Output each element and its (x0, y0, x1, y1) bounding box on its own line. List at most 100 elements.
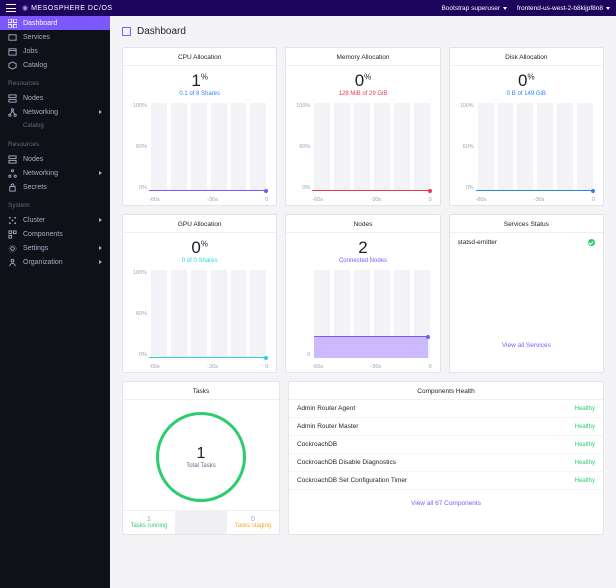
sidebar-item-label: Catalog (23, 62, 47, 69)
sidebar-item-secrets[interactable]: Secrets (0, 180, 110, 194)
gear-icon (8, 244, 17, 253)
card-tasks: Tasks 1 Total Tasks 1 Tasks running 0 Ta… (122, 381, 280, 535)
logo: ◉ MESOSPHERE DC/OS (22, 4, 113, 12)
cpu-subtitle: 0.1 of 8 Shares (123, 91, 276, 97)
disk-chart: 100%60%0% -60s-30s0 (456, 103, 597, 203)
card-cpu: CPU Allocation 1% 0.1 of 8 Shares 100%60… (122, 47, 277, 206)
sidebar-item-label: Dashboard (23, 20, 57, 27)
sidebar-item-catalog-dup[interactable]: Catalog (0, 119, 110, 133)
gpu-subtitle: 0 of 0 Shares (123, 258, 276, 264)
sidebar: Dashboard Services Jobs Catalog Resource… (0, 16, 110, 588)
cluster-icon (8, 216, 17, 225)
sidebar-item-label: Secrets (23, 184, 47, 191)
sidebar-item-nodes[interactable]: Nodes (0, 91, 110, 105)
topbar: ◉ MESOSPHERE DC/OS Bootstrap superuser f… (0, 0, 616, 16)
lock-icon (8, 183, 17, 192)
health-badge: Healthy (575, 478, 595, 484)
component-row[interactable]: Admin Router AgentHealthy (289, 400, 603, 418)
disk-subtitle: 0 B of 149 GiB (450, 91, 603, 97)
page-header: Dashboard (122, 26, 604, 37)
sidebar-item-label: Networking (23, 109, 58, 116)
view-all-services-link[interactable]: View all Services (450, 332, 603, 359)
sidebar-item-settings[interactable]: Settings (0, 241, 110, 255)
network-icon (8, 108, 17, 117)
card-services: Services Status statsd-emitter View all … (449, 214, 604, 373)
card-title: Disk Allocation (450, 48, 603, 66)
card-memory: Memory Allocation 0% 128 MiB of 29 GiB 1… (285, 47, 440, 206)
sidebar-item-catalog[interactable]: Catalog (0, 58, 110, 72)
user-menu[interactable]: Bootstrap superuser (441, 5, 507, 12)
sidebar-item-label: Networking (23, 170, 58, 177)
component-row[interactable]: CockroachDB Set Configuration TimerHealt… (289, 472, 603, 490)
servers-icon (8, 94, 17, 103)
servers-icon (8, 155, 17, 164)
status-healthy-icon (588, 239, 595, 246)
sidebar-item-label: Settings (23, 245, 48, 252)
card-disk: Disk Allocation 0% 0 B of 149 GiB 100%60… (449, 47, 604, 206)
tasks-total-label: Total Tasks (186, 463, 216, 469)
component-row[interactable]: CockroachDB Disable DiagnosticsHealthy (289, 454, 603, 472)
mem-chart: 100%60%0% -60s-30s0 (292, 103, 433, 203)
chevron-right-icon (99, 218, 102, 222)
chevron-right-icon (99, 110, 102, 114)
sidebar-item-label: Jobs (23, 48, 38, 55)
view-all-components-link[interactable]: View all 67 Components (289, 490, 603, 517)
network-icon (8, 169, 17, 178)
menu-icon[interactable] (6, 4, 16, 12)
gpu-chart: 100%60%0% -60s-30s0 (129, 270, 270, 370)
card-components: Components Health Admin Router AgentHeal… (288, 381, 604, 535)
sidebar-item-label: Services (23, 34, 50, 41)
page-title: Dashboard (137, 26, 186, 37)
sidebar-item-dashboard[interactable]: Dashboard (0, 16, 110, 30)
sidebar-item-cluster[interactable]: Cluster (0, 213, 110, 227)
sidebar-item-label: Cluster (23, 217, 45, 224)
card-title: Tasks (123, 382, 279, 400)
card-title: GPU Allocation (123, 215, 276, 233)
sidebar-item-jobs[interactable]: Jobs (0, 44, 110, 58)
sidebar-item-nodes2[interactable]: Nodes (0, 152, 110, 166)
mem-value: 0% (286, 72, 439, 89)
sidebar-section-system: System (0, 194, 110, 213)
component-row[interactable]: CockroachDBHealthy (289, 436, 603, 454)
chevron-right-icon (99, 171, 102, 175)
calendar-icon (8, 47, 17, 56)
sidebar-item-organization[interactable]: Organization (0, 255, 110, 269)
mem-subtitle: 128 MiB of 29 GiB (286, 91, 439, 97)
health-badge: Healthy (575, 424, 595, 430)
card-title: Memory Allocation (286, 48, 439, 66)
card-title: CPU Allocation (123, 48, 276, 66)
sidebar-item-services[interactable]: Services (0, 30, 110, 44)
service-row[interactable]: statsd-emitter (450, 233, 603, 252)
chevron-right-icon (99, 246, 102, 250)
caret-down-icon (606, 7, 610, 10)
tasks-running: 1 Tasks running (123, 511, 175, 534)
cpu-chart: 100%60%0% -60s-30s0 (129, 103, 270, 203)
card-nodes: Nodes 2 Connected Nodes 0 -60s-30s0 (285, 214, 440, 373)
sidebar-section-resources2: Resources (0, 133, 110, 152)
tasks-total: 1 (197, 445, 206, 463)
sidebar-section-resources: Resources (0, 72, 110, 91)
org-icon (8, 258, 17, 267)
card-title: Nodes (286, 215, 439, 233)
sidebar-item-networking2[interactable]: Networking (0, 166, 110, 180)
components-icon (8, 230, 17, 239)
health-badge: Healthy (575, 406, 595, 412)
health-badge: Healthy (575, 460, 595, 466)
sidebar-item-networking[interactable]: Networking (0, 105, 110, 119)
tasks-staging: 0 Tasks staging (227, 511, 279, 534)
sidebar-item-components[interactable]: Components (0, 227, 110, 241)
card-gpu: GPU Allocation 0% 0 of 0 Shares 100%60%0… (122, 214, 277, 373)
main-content: Dashboard CPU Allocation 1% 0.1 of 8 Sha… (110, 16, 616, 588)
chevron-right-icon (99, 260, 102, 264)
gpu-value: 0% (123, 239, 276, 256)
card-title: Services Status (450, 215, 603, 233)
sidebar-item-label: Nodes (23, 156, 43, 163)
cluster-menu[interactable]: frontend-us-west-2-b8kijpf8n8 (517, 5, 610, 12)
sidebar-item-label: Nodes (23, 95, 43, 102)
nodes-subtitle: Connected Nodes (286, 258, 439, 264)
box-icon (8, 33, 17, 42)
sidebar-item-label: Components (23, 231, 63, 238)
health-badge: Healthy (575, 442, 595, 448)
disk-value: 0% (450, 72, 603, 89)
component-row[interactable]: Admin Router MasterHealthy (289, 418, 603, 436)
